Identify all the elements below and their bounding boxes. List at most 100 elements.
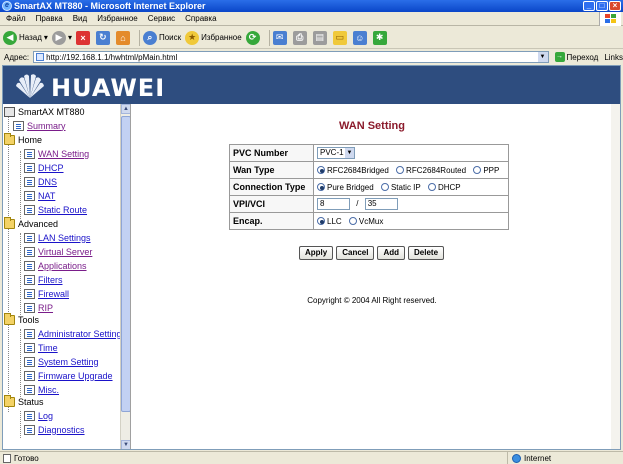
tree-link[interactable]: System Setting	[38, 357, 99, 367]
favorites-button[interactable]: ★ Избранное	[185, 29, 242, 47]
maximize-button[interactable]: □	[596, 1, 608, 11]
document-icon	[24, 384, 35, 395]
wan-type-option-ppp[interactable]: PPP	[473, 166, 499, 175]
radio-button[interactable]	[380, 183, 389, 192]
history-button[interactable]: ⟳	[245, 29, 262, 47]
tree-link[interactable]: WAN Setting	[38, 149, 89, 159]
mail-button[interactable]: ✉	[272, 29, 289, 47]
tree-group-home[interactable]: Home	[4, 132, 42, 146]
conn-type-option-pure-bridged[interactable]: Pure Bridged	[317, 183, 374, 192]
tree-item-firmware-upgrade[interactable]: Firmware Upgrade	[24, 369, 113, 382]
tree-link[interactable]: Administrator Setting	[38, 329, 122, 339]
menu-edit[interactable]: Правка	[36, 14, 63, 23]
tree-item-summary[interactable]: Summary	[13, 119, 66, 132]
forward-button[interactable]: ▶ ▾	[51, 29, 72, 47]
vci-input[interactable]: 35	[364, 198, 398, 210]
tree-item-wan-setting[interactable]: WAN Setting	[24, 147, 89, 160]
menu-tools[interactable]: Сервис	[148, 14, 175, 23]
chevron-down-icon[interactable]: ▼	[537, 52, 548, 62]
tree-link[interactable]: LAN Settings	[38, 233, 91, 243]
tree-item-applications[interactable]: Applications	[24, 259, 87, 272]
tree-link[interactable]: DHCP	[38, 163, 64, 173]
tree-item-lan-settings[interactable]: LAN Settings	[24, 231, 91, 244]
refresh-button[interactable]: ↻	[95, 29, 112, 47]
edit-button[interactable]: ▤	[312, 29, 329, 47]
tree-item-dns[interactable]: DNS	[24, 175, 57, 188]
radio-button[interactable]	[396, 166, 405, 175]
radio-button[interactable]	[317, 217, 325, 226]
stop-button[interactable]: ×	[75, 29, 92, 47]
close-button[interactable]: ×	[609, 1, 621, 11]
vpi-input[interactable]: 8	[317, 198, 350, 210]
back-button[interactable]: ◀ Назад ▾	[3, 29, 48, 47]
title-bar: e SmartAX MT880 - Microsoft Internet Exp…	[0, 0, 623, 12]
tree-link[interactable]: NAT	[38, 191, 55, 201]
tree-link[interactable]: Static Route	[38, 205, 87, 215]
search-button[interactable]: ⌕ Поиск	[142, 29, 181, 47]
radio-button[interactable]	[317, 166, 325, 175]
wan-type-option-rfc2684bridged[interactable]: RFC2684Bridged	[317, 166, 389, 175]
minimize-button[interactable]: _	[583, 1, 595, 11]
tree-item-log[interactable]: Log	[24, 409, 53, 422]
radio-button[interactable]	[427, 183, 436, 192]
tree-link[interactable]: RIP	[38, 303, 53, 313]
tree-link[interactable]: Virtual Server	[38, 247, 92, 257]
tree-link[interactable]: Time	[38, 343, 58, 353]
option-label: LLC	[327, 216, 342, 226]
tree-item-time[interactable]: Time	[24, 341, 58, 354]
tree-link[interactable]: Firewall	[38, 289, 69, 299]
go-button[interactable]: → Переход	[554, 52, 598, 62]
tree-group-tools[interactable]: Tools	[4, 312, 39, 326]
menu-favorites[interactable]: Избранное	[97, 14, 138, 23]
tree-connector	[8, 117, 9, 412]
tree-item-filters[interactable]: Filters	[24, 273, 63, 286]
tree-link[interactable]: DNS	[38, 177, 57, 187]
scroll-up-icon[interactable]: ▲	[121, 104, 130, 114]
address-input[interactable]: http://192.168.1.1/hwhtml/pMain.html ▼	[33, 51, 549, 63]
tree-link[interactable]: Diagnostics	[38, 425, 85, 435]
apply-button[interactable]: Apply	[299, 246, 334, 260]
tree-link[interactable]: Filters	[38, 275, 63, 285]
tree-link[interactable]: Misc.	[38, 385, 59, 395]
menu-help[interactable]: Справка	[185, 14, 216, 23]
tree-link-summary[interactable]: Summary	[27, 121, 66, 131]
tree-group-advanced[interactable]: Advanced	[4, 216, 58, 230]
tree-group-status[interactable]: Status	[4, 394, 44, 408]
tree-root[interactable]: SmartAX MT880	[4, 105, 85, 118]
tree-scrollbar[interactable]: ▲ ▼	[120, 104, 130, 449]
add-button[interactable]: Add	[377, 246, 406, 260]
menu-view[interactable]: Вид	[73, 14, 87, 23]
messenger-button[interactable]: ☺	[352, 29, 369, 47]
home-button[interactable]: ⌂	[115, 29, 132, 47]
tree-link[interactable]: Log	[38, 411, 53, 421]
tree-item-nat[interactable]: NAT	[24, 189, 55, 202]
tree-item-dhcp[interactable]: DHCP	[24, 161, 64, 174]
radio-button[interactable]	[348, 217, 357, 226]
tools-button[interactable]: ✱	[372, 29, 389, 47]
folder-button[interactable]: ▭	[332, 29, 349, 47]
tree-item-static-route[interactable]: Static Route	[24, 203, 87, 216]
tree-link[interactable]: Applications	[38, 261, 87, 271]
delete-button[interactable]: Delete	[408, 246, 445, 260]
tree-item-administrator-setting[interactable]: Administrator Setting	[24, 327, 122, 340]
conn-type-option-static-ip[interactable]: Static IP	[380, 183, 421, 192]
scroll-thumb[interactable]	[121, 116, 130, 412]
encap-option-llc[interactable]: LLC	[317, 217, 342, 226]
encap-option-vcmux[interactable]: VcMux	[348, 217, 383, 226]
tree-item-system-setting[interactable]: System Setting	[24, 355, 99, 368]
tree-item-virtual-server[interactable]: Virtual Server	[24, 245, 92, 258]
refresh-icon: ↻	[95, 30, 110, 45]
cancel-button[interactable]: Cancel	[336, 246, 375, 260]
radio-button[interactable]	[317, 183, 325, 192]
radio-button[interactable]	[473, 166, 482, 175]
print-button[interactable]: ⎙	[292, 29, 309, 47]
tree-item-diagnostics[interactable]: Diagnostics	[24, 423, 85, 436]
wan-type-option-rfc2684routed[interactable]: RFC2684Routed	[396, 166, 466, 175]
pvc-number-select[interactable]: PVC-1 ▼	[317, 147, 355, 159]
links-button[interactable]: Links	[604, 53, 623, 62]
tree-link[interactable]: Firmware Upgrade	[38, 371, 113, 381]
scroll-down-icon[interactable]: ▼	[121, 440, 130, 449]
tree-item-firewall[interactable]: Firewall	[24, 287, 69, 300]
menu-file[interactable]: Файл	[6, 14, 26, 23]
conn-type-option-dhcp[interactable]: DHCP	[427, 183, 461, 192]
